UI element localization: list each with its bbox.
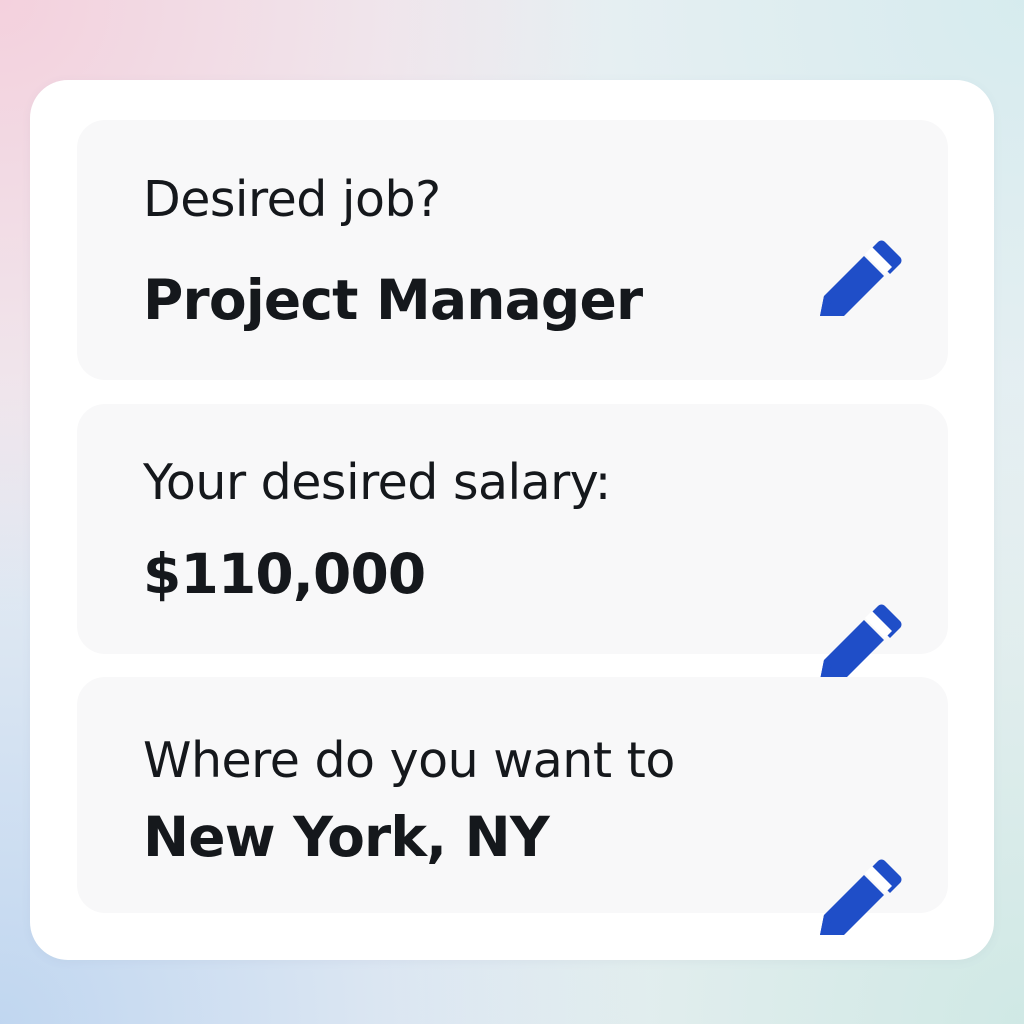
pencil-icon — [820, 240, 902, 316]
desired-salary-row: Your desired salary: $110,000 — [77, 404, 948, 680]
desired-location-answer: New York, NY — [143, 805, 550, 869]
desired-job-answer: Project Manager — [143, 268, 643, 332]
desired-job-row: Desired job? Project Manager — [77, 120, 948, 380]
page-background: { "colors": { "accent": "#1f4ec8", "text… — [0, 0, 1024, 1024]
desired-salary-answer: $110,000 — [143, 542, 426, 606]
edit-desired-job-button[interactable] — [814, 238, 904, 328]
desired-salary-question: Your desired salary: — [143, 454, 611, 511]
job-preferences-card: Desired job? Project Manager Your desire… — [30, 80, 994, 960]
edit-desired-location-button[interactable] — [814, 857, 904, 947]
pencil-icon — [820, 859, 902, 935]
desired-location-row: Where do you want to New York, NY — [77, 677, 948, 935]
desired-job-question: Desired job? — [143, 171, 441, 228]
desired-location-question: Where do you want to — [143, 732, 675, 789]
